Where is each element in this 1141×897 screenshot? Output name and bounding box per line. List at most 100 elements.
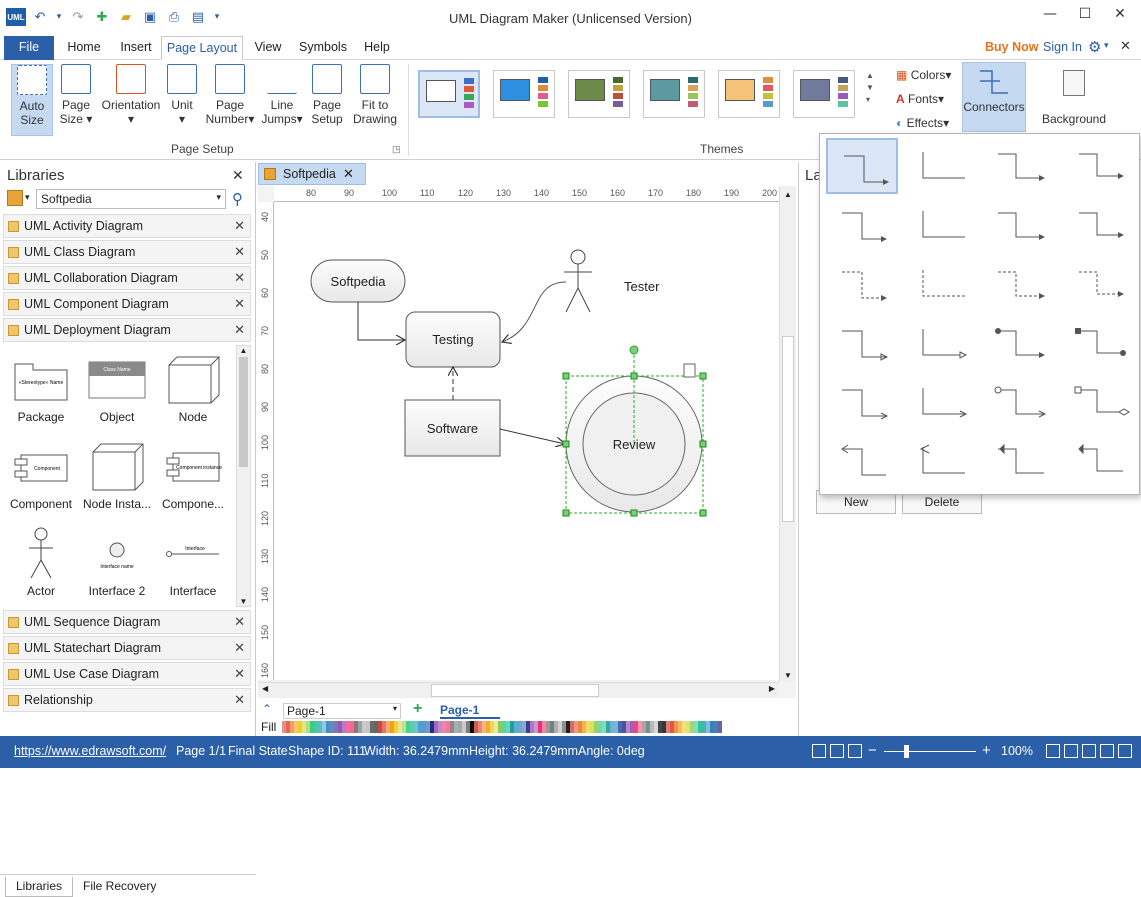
orientation-button[interactable]: Orientation ▾ [99, 64, 163, 136]
library-item[interactable]: UML Class Diagram ✕ [3, 240, 251, 264]
connector-style-option[interactable] [905, 315, 977, 371]
shape-interface[interactable]: Interface Interface [155, 524, 231, 598]
connector-style-option[interactable] [905, 256, 977, 312]
theme-option[interactable] [493, 70, 555, 118]
close-icon[interactable]: ✕ [232, 167, 244, 184]
shape-interface-2[interactable]: Interface name Interface 2 [79, 524, 155, 598]
connector-style-option[interactable] [905, 374, 977, 430]
gallery-scroll[interactable]: ▲ ▼ ▾ [866, 70, 874, 106]
page-select[interactable]: Page-1 ▾ [283, 703, 401, 719]
connector-style-option[interactable] [826, 138, 898, 194]
tab-home[interactable]: Home [60, 36, 108, 60]
close-icon[interactable]: ✕ [234, 293, 245, 315]
line-jumps-button[interactable]: Line Jumps▾ [260, 64, 304, 136]
page-size-button[interactable]: Page Size ▾ [56, 64, 96, 136]
connector-style-option[interactable] [826, 374, 898, 430]
shape-object[interactable]: Class Name Attributes Object [79, 350, 155, 424]
connector-software-review[interactable] [499, 428, 565, 444]
theme-option[interactable] [793, 70, 855, 118]
zoom-slider-thumb[interactable] [904, 745, 909, 758]
shape-node-insta[interactable]: Node Insta... [79, 437, 155, 511]
library-item[interactable]: Relationship ✕ [3, 688, 251, 712]
library-item[interactable]: UML Activity Diagram ✕ [3, 214, 251, 238]
library-item[interactable]: UML Collaboration Diagram ✕ [3, 266, 251, 290]
connector-style-option[interactable] [1063, 374, 1135, 430]
unit-button[interactable]: Unit ▾ [166, 64, 198, 136]
tab-file[interactable]: File [4, 36, 54, 60]
connector-style-option[interactable] [905, 433, 977, 489]
fit-width-icon[interactable] [1064, 744, 1078, 758]
zoom-out-icon[interactable]: − [868, 742, 877, 759]
tab-symbols[interactable]: Symbols [292, 36, 354, 60]
fit-page-icon[interactable] [1046, 744, 1060, 758]
page-setup-button[interactable]: Page Setup [308, 64, 346, 136]
drawing-page[interactable]: Softpedia Testing Tester Software Review [274, 202, 779, 680]
close-icon[interactable]: ✕ [234, 663, 245, 685]
connector-softpedia-testing[interactable] [357, 302, 405, 340]
tab-help[interactable]: Help [358, 36, 396, 60]
connector-style-option[interactable] [984, 433, 1056, 489]
effects-button[interactable]: ◐ Effects▾ [896, 116, 949, 130]
buy-now-link[interactable]: Buy Now [985, 40, 1038, 54]
library-icon[interactable] [7, 190, 23, 206]
connector-style-option[interactable] [984, 256, 1056, 312]
close-icon[interactable]: ✕ [234, 611, 245, 633]
library-item[interactable]: UML Use Case Diagram ✕ [3, 662, 251, 686]
sign-in-link[interactable]: Sign In [1043, 40, 1082, 54]
website-link[interactable]: https://www.edrawsoft.com/ [14, 744, 166, 758]
close-icon[interactable]: ✕ [234, 637, 245, 659]
connector-style-option[interactable] [1063, 138, 1135, 194]
theme-option[interactable] [418, 70, 480, 118]
connector-style-option[interactable] [826, 315, 898, 371]
horizontal-scrollbar[interactable]: ◀ ▶ [258, 682, 779, 698]
tester-actor[interactable] [564, 249, 592, 313]
note-icon[interactable] [683, 363, 696, 378]
fonts-button[interactable]: A Fonts▾ [896, 92, 944, 106]
shape-scrollbar[interactable]: ▲ ▼ [236, 345, 251, 607]
background-button[interactable]: Background [1034, 64, 1114, 130]
shape-component[interactable]: Component Component [3, 437, 79, 511]
tab-view[interactable]: View [248, 36, 288, 60]
connector-style-option[interactable] [826, 256, 898, 312]
close-icon[interactable]: ✕ [343, 164, 354, 184]
tab-page-layout[interactable]: Page Layout [161, 36, 243, 60]
zoom-in-icon[interactable]: + [982, 742, 991, 759]
collapse-icon[interactable]: ⌃ [262, 702, 272, 716]
vertical-scrollbar[interactable]: ▲ ▼ [779, 186, 796, 682]
shape-compone[interactable]: Component instance Compone... [155, 437, 231, 511]
maximize-icon[interactable]: ☐ [1070, 6, 1100, 26]
connector-style-option[interactable] [984, 138, 1056, 194]
library-item[interactable]: UML Sequence Diagram ✕ [3, 610, 251, 634]
close-icon[interactable]: ✕ [234, 689, 245, 711]
color-swatches[interactable] [282, 721, 722, 733]
auto-size-button[interactable]: Auto Size [11, 64, 53, 136]
connector-style-option[interactable] [984, 315, 1056, 371]
connector-style-option[interactable] [1063, 197, 1135, 253]
chevron-down-icon[interactable]: ▾ [25, 192, 30, 203]
theme-option[interactable] [568, 70, 630, 118]
theme-option[interactable] [718, 70, 780, 118]
tab-file-recovery[interactable]: File Recovery [73, 877, 166, 897]
library-item[interactable]: UML Statechart Diagram ✕ [3, 636, 251, 660]
rotate-handle[interactable] [629, 345, 639, 355]
connector-tester-testing[interactable] [502, 281, 567, 342]
view-presentation-icon[interactable] [848, 744, 862, 758]
connector-style-option[interactable] [984, 374, 1056, 430]
connector-style-option[interactable] [905, 138, 977, 194]
page-number-button[interactable]: Page Number▾ [204, 64, 256, 136]
tab-libraries[interactable]: Libraries [5, 877, 74, 897]
close-icon[interactable]: ✕ [234, 215, 245, 237]
connector-style-option[interactable] [1063, 315, 1135, 371]
connector-style-option[interactable] [1063, 256, 1135, 312]
connector-style-option[interactable] [826, 197, 898, 253]
connector-style-option[interactable] [1063, 433, 1135, 489]
tab-insert[interactable]: Insert [112, 36, 160, 60]
connector-style-option[interactable] [826, 433, 898, 489]
full-screen-icon[interactable] [1082, 744, 1096, 758]
dialog-launcher-icon[interactable]: ◳ [392, 144, 401, 155]
fit-to-drawing-button[interactable]: Fit to Drawing [350, 64, 400, 136]
colors-button[interactable]: ▦ Colors▾ [896, 68, 951, 82]
close-icon[interactable]: ✕ [234, 241, 245, 263]
search-icon[interactable]: ⚲ [232, 190, 243, 208]
close-icon[interactable]: ✕ [234, 267, 245, 289]
